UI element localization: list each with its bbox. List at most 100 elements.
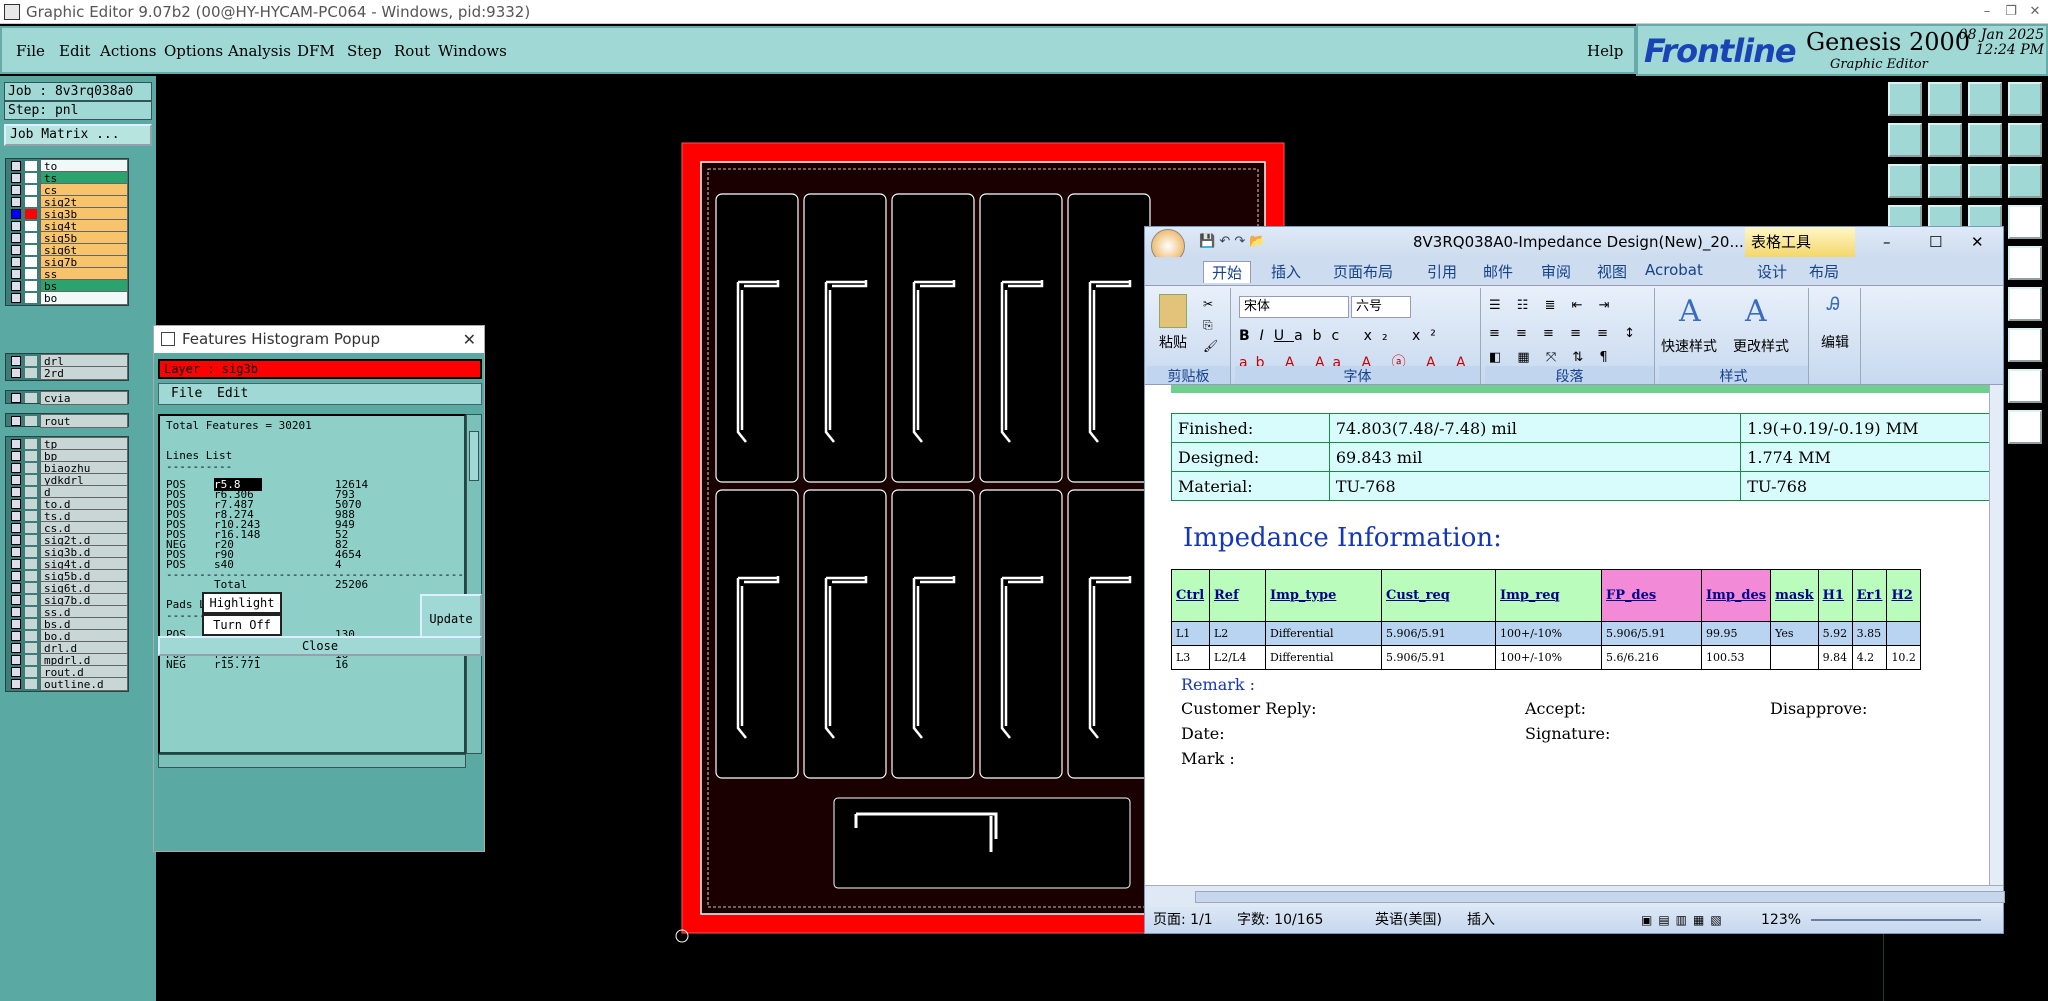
layer-checkbox[interactable] — [11, 393, 21, 403]
layer-checkbox[interactable] — [11, 173, 21, 183]
layer-checkbox[interactable] — [11, 209, 21, 219]
layer-checkbox[interactable] — [11, 667, 21, 677]
layer-checkbox[interactable] — [11, 161, 21, 171]
toolbar-button[interactable] — [2008, 164, 2042, 198]
change-style-button[interactable]: 更改样式 — [1733, 336, 1789, 356]
toolbar-button[interactable] — [2008, 246, 2042, 280]
layer-name[interactable]: cvia — [40, 391, 128, 405]
menu-options[interactable]: Options — [164, 42, 223, 60]
layer-color-swatch[interactable] — [25, 679, 37, 689]
layer-color-swatch[interactable] — [25, 619, 37, 629]
layer-checkbox[interactable] — [11, 523, 21, 533]
impedance-row[interactable]: L3 L2/L4 Differential 5.906/5.91 100+/-10% 5.… — [1171, 645, 1921, 670]
toolbar-button[interactable] — [1968, 82, 2002, 116]
layer-checkbox[interactable] — [11, 643, 21, 653]
menu-file[interactable]: File — [16, 42, 45, 60]
job-matrix-button[interactable]: Job Matrix ... — [4, 124, 152, 146]
layer-name[interactable]: rout — [40, 414, 128, 428]
layer-color-swatch[interactable] — [25, 487, 37, 497]
menu-step[interactable]: Step — [347, 42, 382, 60]
layer-color-swatch[interactable] — [25, 535, 37, 545]
menu-edit[interactable]: Edit — [59, 42, 90, 60]
ribbon-tab[interactable]: 页面布局 — [1333, 261, 1393, 282]
layer-checkbox[interactable] — [11, 233, 21, 243]
popup-close-icon[interactable]: ✕ — [463, 326, 476, 353]
ribbon-tab[interactable]: 开始 — [1203, 261, 1252, 283]
zoom-slider[interactable] — [1811, 919, 1981, 921]
layer-color-swatch[interactable] — [25, 209, 37, 219]
ribbon-tab[interactable]: 布局 — [1809, 261, 1839, 282]
layer-checkbox[interactable] — [11, 487, 21, 497]
layer-color-swatch[interactable] — [25, 511, 37, 521]
layer-checkbox[interactable] — [11, 269, 21, 279]
clipboard-small-icons[interactable]: ✂ ⎘ 🖌 — [1203, 294, 1218, 357]
layer-color-swatch[interactable] — [25, 643, 37, 653]
word-close-button[interactable]: ✕ — [1971, 227, 1984, 257]
layer-checkbox[interactable] — [11, 619, 21, 629]
document-vertical-scrollbar[interactable] — [1989, 385, 2003, 885]
layer-checkbox[interactable] — [11, 197, 21, 207]
layer-checkbox[interactable] — [11, 416, 21, 426]
layer-color-swatch[interactable] — [25, 233, 37, 243]
document-horizontal-scrollbar[interactable] — [1145, 885, 2005, 907]
layer-checkbox[interactable] — [11, 631, 21, 641]
layer-color-swatch[interactable] — [25, 293, 37, 303]
layer-color-swatch[interactable] — [25, 547, 37, 557]
toolbar-button[interactable] — [2008, 205, 2042, 239]
layer-checkbox[interactable] — [11, 257, 21, 267]
layer-color-swatch[interactable] — [25, 393, 37, 403]
layer-color-swatch[interactable] — [25, 463, 37, 473]
layer-checkbox[interactable] — [11, 439, 21, 449]
layer-checkbox[interactable] — [11, 281, 21, 291]
toolbar-button[interactable] — [1968, 123, 2002, 157]
menu-analysis[interactable]: Analysis — [228, 42, 291, 60]
toolbar-button[interactable] — [2008, 287, 2042, 321]
histogram-vertical-scrollbar[interactable] — [466, 414, 482, 754]
toolbar-button[interactable] — [2008, 410, 2042, 444]
layer-checkbox[interactable] — [11, 571, 21, 581]
status-zoom[interactable]: 123% — [1761, 907, 1801, 933]
layer-color-swatch[interactable] — [25, 499, 37, 509]
toolbar-button[interactable] — [2008, 82, 2042, 116]
layer-color-swatch[interactable] — [25, 368, 37, 378]
toolbar-button[interactable] — [1888, 82, 1922, 116]
popup-menu-edit[interactable]: Edit — [217, 384, 248, 404]
layer-checkbox[interactable] — [11, 451, 21, 461]
menu-rout[interactable]: Rout — [394, 42, 430, 60]
layer-checkbox[interactable] — [11, 511, 21, 521]
menu-dfm[interactable]: DFM — [297, 42, 335, 60]
layer-checkbox[interactable] — [11, 356, 21, 366]
status-language[interactable]: 英语(美国) — [1375, 907, 1442, 933]
ribbon-tab[interactable]: 引用 — [1427, 261, 1457, 282]
toolbar-button[interactable] — [1928, 123, 1962, 157]
layer-color-swatch[interactable] — [25, 281, 37, 291]
histogram-horizontal-scrollbar[interactable] — [158, 754, 466, 768]
toolbar-button[interactable] — [2008, 328, 2042, 362]
align-buttons[interactable]: ≡ ≡ ≡ ≡ ≡ ↕ — [1489, 326, 1641, 341]
toolbar-button[interactable] — [1928, 82, 1962, 116]
menu-actions[interactable]: Actions — [100, 42, 156, 60]
layer-color-swatch[interactable] — [25, 221, 37, 231]
layer-color-swatch[interactable] — [25, 257, 37, 267]
layer-row[interactable]: outline.d — [6, 677, 130, 691]
layer-checkbox[interactable] — [11, 583, 21, 593]
view-buttons[interactable]: ▣▤▥▦▧ — [1641, 907, 1728, 933]
layer-color-swatch[interactable] — [25, 269, 37, 279]
impedance-row[interactable]: L1 L2 Differential 5.906/5.91 100+/-10% 5.906… — [1171, 621, 1921, 646]
layer-name[interactable]: 2rd — [40, 366, 128, 380]
menu-windows[interactable]: Windows — [438, 42, 507, 60]
turn-off-button[interactable]: Turn Off — [202, 614, 282, 636]
close-button[interactable]: ✕ — [2020, 0, 2048, 24]
font-format-buttons[interactable]: BIUabc x₂ x² — [1239, 328, 1446, 344]
layer-color-swatch[interactable] — [25, 667, 37, 677]
layer-color-swatch[interactable] — [25, 161, 37, 171]
layer-color-swatch[interactable] — [25, 185, 37, 195]
layer-checkbox[interactable] — [11, 245, 21, 255]
layer-checkbox[interactable] — [11, 679, 21, 689]
layer-checkbox[interactable] — [11, 535, 21, 545]
edit-button[interactable]: 编辑 — [1821, 332, 1849, 352]
ribbon-tab[interactable]: 邮件 — [1483, 261, 1513, 282]
ribbon-tab[interactable]: 审阅 — [1541, 261, 1571, 282]
layer-color-swatch[interactable] — [25, 245, 37, 255]
toolbar-button[interactable] — [1888, 164, 1922, 198]
